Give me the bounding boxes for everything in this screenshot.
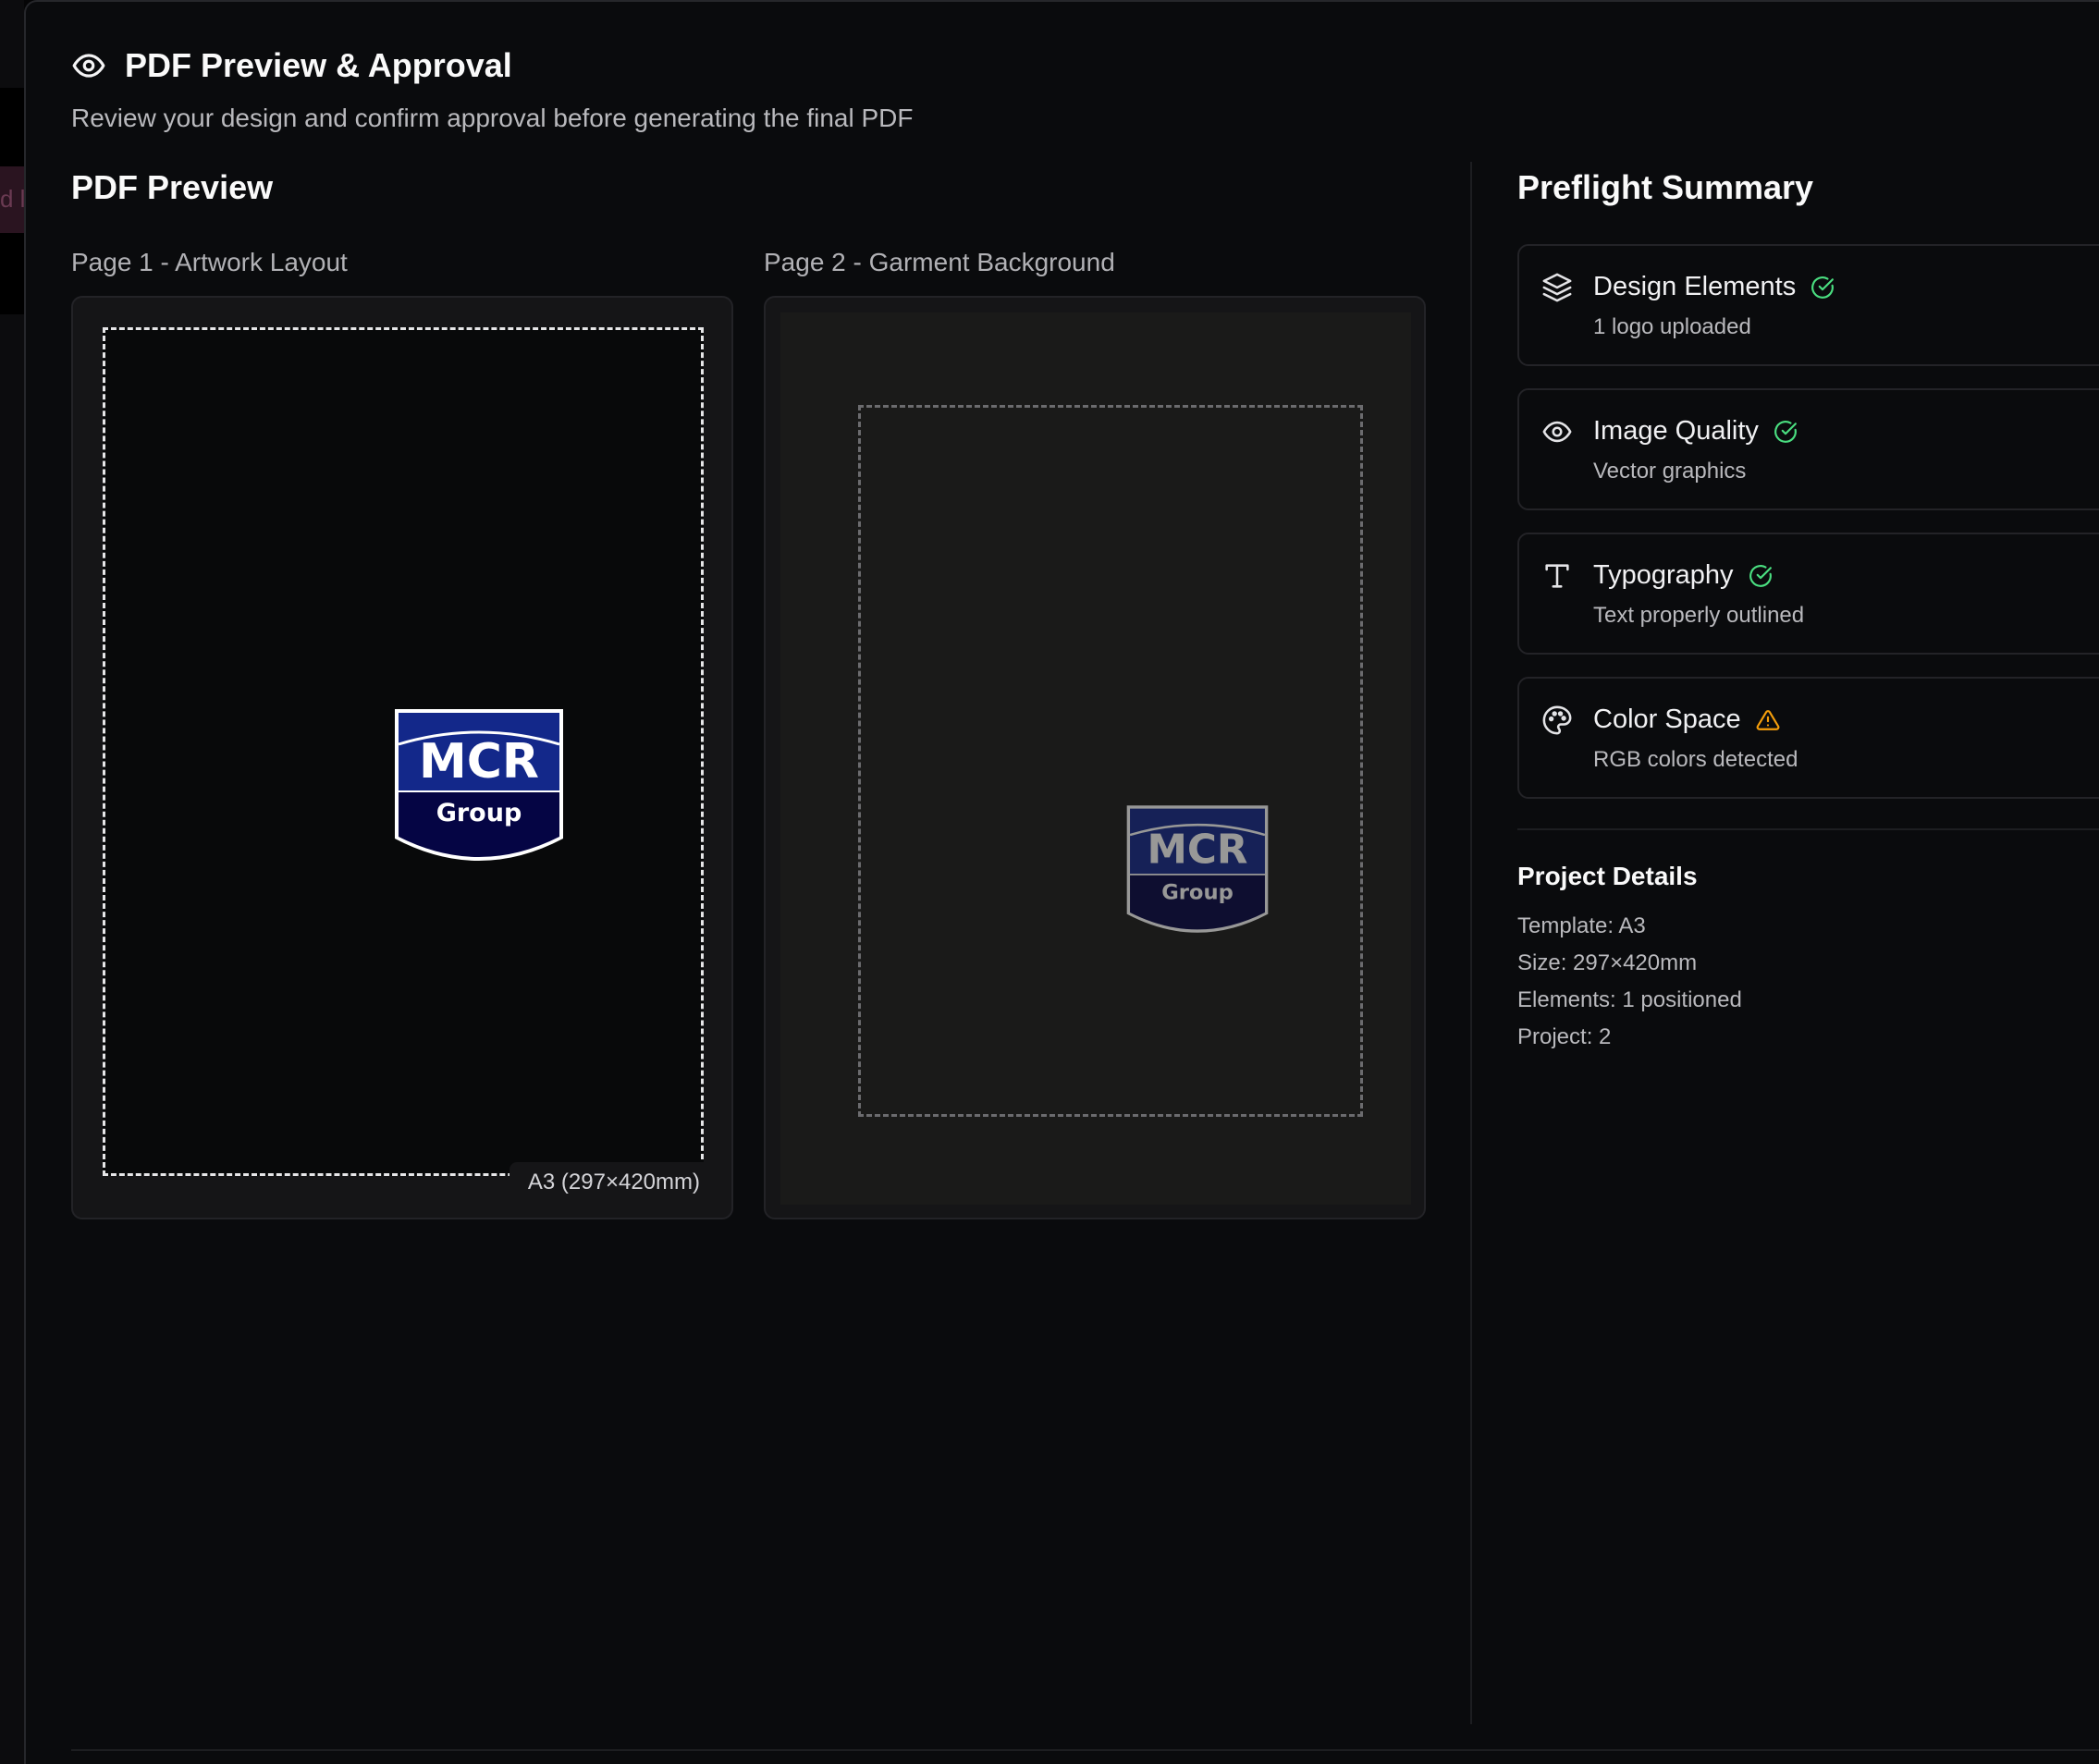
logo-text-mcr: MCR	[419, 734, 539, 790]
check-title: Image Quality	[1593, 416, 1759, 446]
check-color-space: Color Space RGB colors detected	[1517, 677, 2099, 799]
check-title: Color Space	[1593, 704, 1741, 734]
svg-text:MCR: MCR	[1148, 827, 1248, 873]
page-2-label: Page 2 - Garment Background	[764, 248, 1115, 276]
eye-icon	[1542, 421, 1572, 443]
footer-divider	[71, 1749, 2099, 1751]
page-2-preview: MCR Group	[764, 296, 1426, 1219]
column-divider	[1470, 162, 1472, 1724]
logo-text-group: Group	[436, 799, 522, 827]
detail-size: Size: 297×420mm	[1517, 950, 1698, 975]
check-typography: Typography Text properly outlined	[1517, 533, 2099, 655]
check-title: Typography	[1593, 560, 1734, 590]
garment-background: MCR Group	[780, 312, 1411, 1205]
page-size-badge: A3 (297×420mm)	[509, 1162, 715, 1201]
check-circle-icon	[1749, 564, 1772, 587]
dialog-subtitle: Review your design and confirm approval …	[71, 104, 914, 132]
detail-elements: Elements: 1 positioned	[1517, 987, 1742, 1012]
palette-icon	[1542, 705, 1572, 735]
check-circle-icon	[1811, 276, 1835, 299]
mcr-group-logo-faded: MCR Group	[1126, 805, 1269, 933]
check-detail: RGB colors detected	[1593, 747, 1798, 772]
dialog-header: PDF Preview & Approval Review your desig…	[71, 46, 914, 133]
pdf-preview-dialog: PDF Preview & Approval Review your desig…	[24, 0, 2099, 1764]
check-design-elements: Design Elements 1 logo uploaded	[1517, 244, 2099, 366]
section-divider	[1517, 828, 2099, 830]
type-icon	[1545, 564, 1569, 588]
warning-triangle-icon	[1756, 709, 1779, 730]
backdrop-text: d l	[0, 185, 26, 213]
check-image-quality: Image Quality Vector graphics	[1517, 388, 2099, 510]
project-details-heading: Project Details	[1517, 862, 1698, 890]
check-title: Design Elements	[1593, 272, 1797, 301]
print-area-outline: MCR Group	[858, 405, 1363, 1117]
check-detail: Text properly outlined	[1593, 603, 1805, 628]
check-circle-icon	[1774, 420, 1797, 443]
artwork-area: MCR Group	[103, 327, 704, 1176]
svg-text:Group: Group	[1161, 881, 1234, 905]
page-1-label: Page 1 - Artwork Layout	[71, 248, 348, 276]
detail-template: Template: A3	[1517, 913, 1646, 938]
preflight-summary-heading: Preflight Summary	[1517, 168, 1814, 206]
check-detail: Vector graphics	[1593, 459, 1747, 484]
layers-icon	[1542, 273, 1572, 302]
pdf-preview-heading: PDF Preview	[71, 168, 274, 206]
page-1-preview: MCR Group A3 (297×420mm)	[71, 296, 733, 1219]
dialog-title: PDF Preview & Approval	[125, 46, 512, 84]
eye-icon	[72, 54, 105, 78]
mcr-group-logo: MCR Group	[395, 709, 563, 861]
detail-project: Project: 2	[1517, 1024, 1612, 1049]
check-detail: 1 logo uploaded	[1593, 314, 1751, 339]
